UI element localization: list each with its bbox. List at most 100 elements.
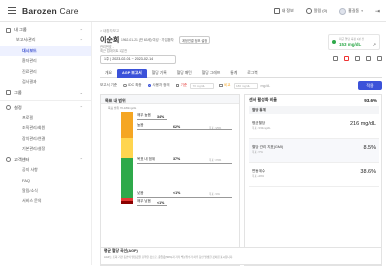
date-toolbar: 1주 | 2023-02-01 ~ 2023-02-14 [100,55,382,65]
metric-mean-glucose: 평균혈당 목표 <154mg/dL 216 mg/dL [249,115,379,139]
grid-icon[interactable] [366,56,371,61]
metric-goal: 목표 <154mg/dL [252,127,271,130]
tir-goal-low: 목표 <4% [209,193,220,196]
report-tabs: 개요 AGP 보고서 혈당 기록 혈당 패턴 혈당 그래프 통계 로그북 [100,69,382,78]
apply-button[interactable]: 적용 [358,81,382,90]
unit-label: mg/dL [260,83,271,88]
tir-pct-high: 62% [173,125,181,129]
sidebar-sub-label: 보고서/관리 [16,37,36,43]
tir-bar-very-high [121,112,133,138]
my-info-label: 내 정보 [281,8,294,13]
tab-agp-report[interactable]: AGP 보고서 [117,69,147,78]
sidebar-item-clinic[interactable]: 진료관리 [0,67,91,78]
metric-value: 38.6% [360,169,376,175]
tir-label-low: 낮음 [137,191,144,195]
chevron-up-icon: ⌃ [79,157,83,162]
sidebar-item-results[interactable]: 검사결과 [0,77,91,88]
sidebar-item-notice[interactable]: 공지 사항 [0,165,91,176]
sidebar-item-faq[interactable]: FAQ [0,175,91,186]
chevron-down-icon: ▾ [361,9,363,13]
metric-goal: 목표 <7% [252,151,263,154]
sidebar-item-label: 검사결과 [22,79,37,85]
tir-goal-in-range: 목표 >70% [209,159,222,162]
sidebar-item-org[interactable]: 조직관리/회원 [0,123,91,134]
logout-icon: ⇥ [374,8,380,15]
low-threshold-input[interactable]: 70 mg/dL [190,82,215,89]
tir-subtitle: 목표 범위 70-180mg/dL [108,106,137,110]
sidebar-item-label: 조직관리/회원 [22,125,46,131]
sidebar-item-patients[interactable]: 환자관리 [0,56,91,67]
tir-pct-very-high: 34% [157,115,165,119]
sidebar-section-label: 내 그룹 [14,27,27,32]
menu-icon[interactable] [8,7,16,14]
sidebar-section-my-group[interactable]: 내 그룹 ⌃ [0,25,91,35]
metric-gmi: 혈당 관리 지표(GMI) 목표 <7% 8.5% [249,139,379,163]
bell-icon [305,8,312,14]
low-label: 기준 [180,83,188,87]
user-menu[interactable]: 홍길동 ▾ [339,7,363,15]
metric-value: 216 mg/dL [350,121,376,127]
print-icon[interactable] [377,56,382,61]
checkbox-low[interactable] [175,83,180,88]
agp-description: AGP는 조회 기간 동안의 혈당값을 요약한 것으로, 중앙값(50%)과 기… [104,256,233,259]
app-logo[interactable]: Barozen Care [22,6,79,16]
breadcrumb[interactable]: > 내환자보고 [100,29,119,34]
sidebar-item-dashboard[interactable]: 대시보드 [0,45,91,56]
sidebar-item-label: 환자관리 [22,58,37,64]
sidebar-section-support[interactable]: 고객센터 ⌃ [0,155,91,165]
tab-logbook[interactable]: 로그북 [242,69,262,78]
checkbox-high[interactable] [219,83,223,88]
tab-glucose-graph[interactable]: 혈당 그래프 [197,69,226,78]
tir-bar-in-range [121,158,133,198]
patient-info: 1962-01-21 (만 63세) 여성 · 가입환자 [121,38,174,42]
sidebar-item-label: 공지 사항 [22,166,38,172]
tab-overview[interactable]: 개요 [100,69,117,78]
agp-panel: 평균 혈당 곡선(AGP) AGP는 조회 기간 동안의 혈당값을 요약한 것으… [100,247,382,265]
sidebar-item-label: 기본관리/설정 [22,146,46,152]
sidebar-item-label: 대시보드 [22,47,37,53]
sidebar-item-basic-settings[interactable]: 기본관리/설정 [0,144,91,155]
high-label: 비교 [224,83,231,87]
sidebar-section-group[interactable]: 그룹 ⌄ [0,88,91,98]
tir-label-high: 높음 [137,123,144,127]
stats-panel: 센서 활성화 비율 93.6% 혈당 통계 평균혈당 목표 <154mg/dL … [244,94,382,266]
arrow-up-right-icon: ↗ [372,42,376,47]
sidebar-section-label: 고객센터 [14,156,30,162]
sidebar-section-label: 그룹 [14,89,22,95]
tir-label-very-high: 매우 높음 [137,113,151,117]
tab-glucose-log[interactable]: 혈당 기록 [147,69,172,78]
pdf-icon[interactable] [344,56,349,61]
sidebar-item-label: FAQ [22,177,31,183]
glucose-stats-header: 혈당 통계 [249,106,379,114]
sidebar-section-settings[interactable]: 설정 ⌃ [0,103,91,113]
tab-glucose-pattern[interactable]: 혈당 패턴 [172,69,197,78]
avatar [339,7,347,15]
sidebar-sub-report[interactable]: 보고서/관리 ⌃ [0,35,91,46]
high-threshold-input[interactable]: 180 mg/dL [233,82,258,89]
sidebar-item-devices[interactable]: 장치관리/연결 [0,134,91,145]
my-info-button[interactable]: 내 정보 [273,8,294,14]
sidebar: 내 그룹 ⌃ 보고서/관리 ⌃ 대시보드 환자관리 진료관리 검사결과 그룹 ⌄… [0,22,92,265]
logout-button[interactable]: ⇥ [375,8,380,15]
date-range-picker[interactable]: 1주 | 2023-02-01 ~ 2023-02-14 [100,55,176,64]
radio-custom[interactable] [147,83,152,88]
report-filter: 보고서 기준 IDC 최종 사용자 정의 기준 70 mg/dL 비교 180 … [100,81,382,90]
last-updated: 최근 업데이트 1분전 [100,49,128,53]
alerts-button[interactable]: 알림 (0) [305,8,328,14]
radio-custom-label: 사용자 정의 [152,83,170,87]
sidebar-item-label: 알림/소식 [22,187,38,193]
sidebar-item-profile[interactable]: 프로필 [0,113,91,124]
radio-idc[interactable] [123,83,127,88]
sidebar-item-label: 프로필 [22,114,34,120]
account-link-button[interactable]: 계정연결 정보 설정 [179,36,211,44]
mail-icon[interactable] [355,56,360,61]
tab-statistics[interactable]: 통계 [225,69,242,78]
cgm-status-card[interactable]: 최근 혈당 측정 1분 전 153 mg/dL ↗ [328,34,380,50]
tir-divider [137,163,232,164]
sidebar-item-news[interactable]: 알림/소식 [0,186,91,197]
sidebar-item-inquiry[interactable]: 서비스 문의 [0,196,91,207]
alerts-label: 알림 (0) [313,8,328,13]
download-icon[interactable] [333,56,338,61]
sidebar-item-label: 서비스 문의 [22,198,42,204]
metric-value: 8.5% [363,145,376,151]
